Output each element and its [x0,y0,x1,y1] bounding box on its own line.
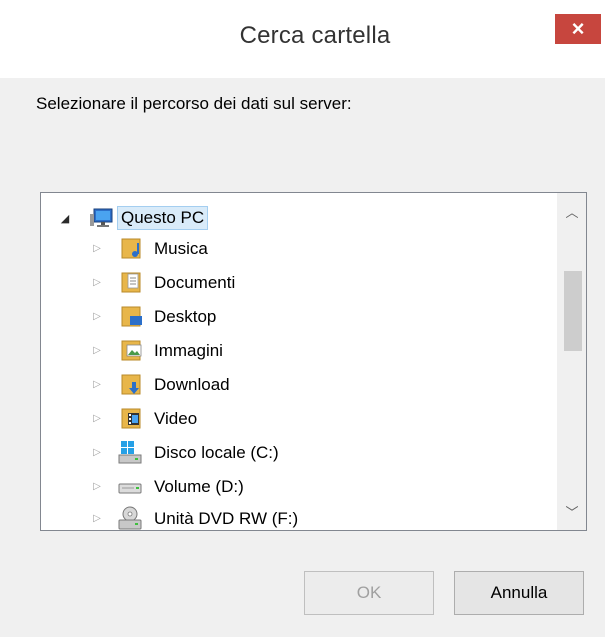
collapsed-arrow-icon[interactable]: ▷ [91,378,103,390]
cancel-button-label: Annulla [490,583,548,602]
cancel-button[interactable]: Annulla [454,571,584,615]
tree-item-label: Unità DVD RW (F:) [154,509,299,528]
scroll-up-arrow-icon[interactable]: ︿ [557,199,586,223]
collapsed-arrow-icon[interactable]: ▷ [91,344,103,356]
tree-item-label: Immagini [154,341,223,360]
tree-item-download[interactable]: ▷ Download [41,369,557,399]
tree-item-label: Disco locale (C:) [154,443,279,462]
tree-item-label: Questo PC [117,206,209,230]
dialog-title: Cerca cartella [239,22,391,49]
dvd-drive-icon [118,506,142,530]
instruction-text: Selezionare il percorso dei dati sul ser… [36,94,352,113]
drive-icon [118,483,142,494]
tree-item-volume-d[interactable]: ▷ Volume (D:) [41,471,557,501]
pictures-folder-icon [121,340,142,361]
computer-icon [90,208,113,227]
collapsed-arrow-icon[interactable]: ▷ [91,480,103,492]
tree-item-label: Desktop [154,307,217,326]
expanded-arrow-icon[interactable]: ◢ [59,212,71,225]
close-icon: × [571,16,585,41]
collapsed-arrow-icon[interactable]: ▷ [91,242,103,254]
videos-folder-icon [121,408,141,429]
desktop-folder-icon [121,306,142,327]
scroll-down-arrow-icon[interactable]: ﹀ [557,499,586,523]
collapsed-arrow-icon[interactable]: ▷ [91,310,103,322]
tree-item-immagini[interactable]: ▷ Immagini [41,335,557,365]
downloads-folder-icon [121,374,141,395]
tree-item-musica[interactable]: ▷ Musica [41,233,557,263]
tree-item-disco-locale[interactable]: ▷ Disco locale (C:) [41,437,557,467]
tree-item-label: Documenti [154,273,236,292]
close-button[interactable]: × [555,14,601,44]
tree-item-questo-pc[interactable]: ◢ Questo PC [41,203,557,233]
collapsed-arrow-icon[interactable]: ▷ [91,512,103,524]
tree-item-video[interactable]: ▷ Video [41,403,557,433]
vertical-scrollbar[interactable]: ︿ ﹀ [557,193,586,530]
tree-item-label: Video [154,409,198,428]
folder-tree[interactable]: ◢ Questo PC ▷ Musica ▷ Documenti ▷ Deskt… [40,192,587,531]
tree-item-documenti[interactable]: ▷ Documenti [41,267,557,297]
tree-item-dvd-drive[interactable]: ▷ Unità DVD RW (F:) [41,503,557,530]
tree-item-label: Volume (D:) [154,477,244,496]
collapsed-arrow-icon[interactable]: ▷ [91,276,103,288]
title-bar: Cerca cartella × [0,0,605,78]
collapsed-arrow-icon[interactable]: ▷ [91,412,103,424]
ok-button[interactable]: OK [304,571,434,615]
tree-item-desktop[interactable]: ▷ Desktop [41,301,557,331]
scroll-thumb[interactable] [564,271,582,351]
ok-button-label: OK [356,583,382,602]
tree-item-label: Download [154,375,230,394]
music-folder-icon [121,238,141,259]
collapsed-arrow-icon[interactable]: ▷ [91,446,103,458]
tree-item-label: Musica [154,239,208,258]
documents-folder-icon [121,272,141,293]
local-disk-icon [118,441,142,464]
